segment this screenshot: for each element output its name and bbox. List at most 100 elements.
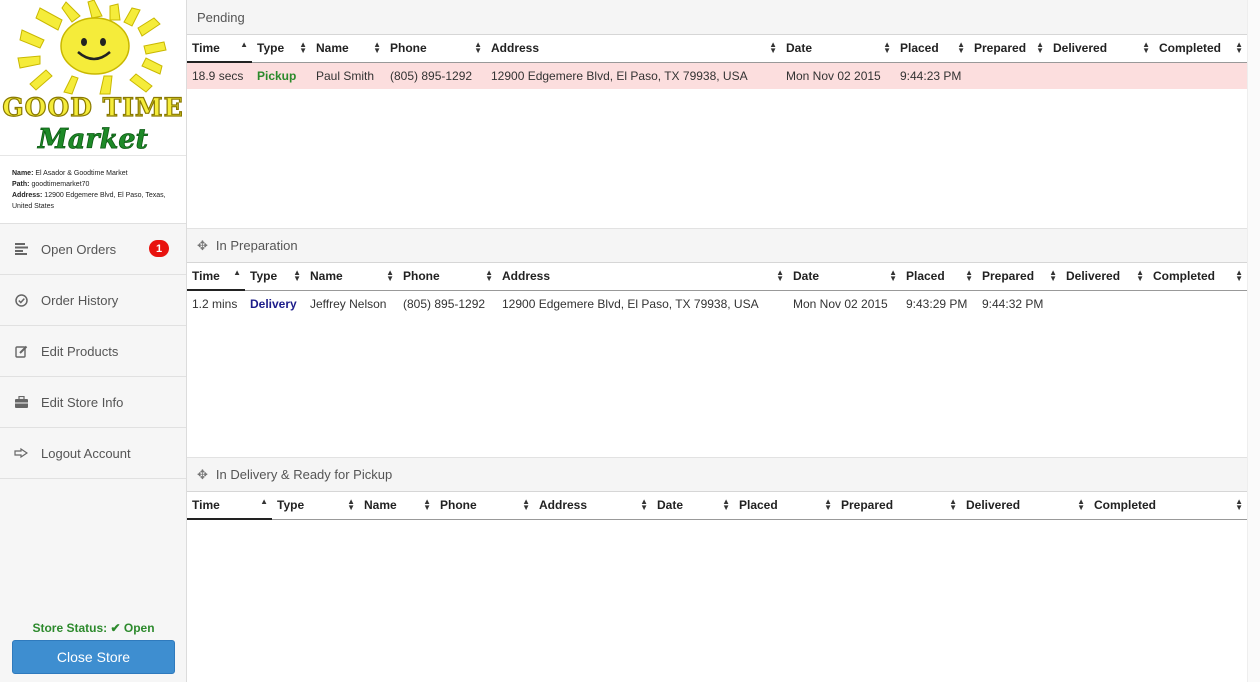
pending-panel-header: Pending [187,0,1247,35]
pending-header-row: Time ▲ Type ▲ ▼ Name ▲ ▼ Phone ▲ ▼ Address ▲ ▼ Da… [187,35,1247,63]
sort-icon: ▲ ▼ [373,40,381,55]
column-header-time[interactable]: Time ▲ [187,263,245,291]
sort-icon: ▲ ▼ [883,40,891,55]
store-status-label: Store Status: [32,621,108,635]
table-row[interactable]: 1.2 mins Delivery Jeffrey Nelson (805) 8… [187,290,1247,317]
move-icon[interactable]: ✥ [197,238,208,254]
column-header-prepared[interactable]: Prepared ▲ ▼ [836,492,961,520]
delivery-header-row: Time ▲ Type ▲ ▼ Name ▲ ▼ Phone ▲ ▼ Address ▲ ▼ Da… [187,492,1247,520]
column-header-placed[interactable]: Placed ▲ ▼ [734,492,836,520]
column-header-phone[interactable]: Phone ▲ ▼ [385,35,486,63]
column-header-name[interactable]: Name ▲ ▼ [311,35,385,63]
cell-placed: 9:44:23 PM [895,62,969,89]
column-header-name[interactable]: Name ▲ ▼ [305,263,398,291]
cell-type: Pickup [252,62,311,89]
column-header-placed[interactable]: Placed ▲ ▼ [901,263,977,291]
sort-asc-icon: ▲ [240,40,248,49]
sort-icon: ▲ ▼ [957,40,965,55]
preparation-panel: ✥ In Preparation Time ▲ Type ▲ ▼ Name ▲ ▼ Pho… [187,228,1247,317]
preparation-panel-header[interactable]: ✥ In Preparation [187,228,1247,263]
store-address-row: Address: 12900 Edgemere Blvd, El Paso, T… [12,190,174,212]
cell-phone: (805) 895-1292 [385,62,486,89]
column-header-phone[interactable]: Phone ▲ ▼ [435,492,534,520]
sort-icon: ▲ ▼ [965,268,973,283]
sort-icon: ▲ ▼ [949,497,957,512]
cell-prepared [969,62,1048,89]
sort-icon: ▲ ▼ [485,268,493,283]
nav-open-orders[interactable]: Open Orders 1 [0,224,186,275]
column-header-type[interactable]: Type ▲ ▼ [272,492,359,520]
column-header-prepared[interactable]: Prepared ▲ ▼ [977,263,1061,291]
column-header-address[interactable]: Address ▲ ▼ [534,492,652,520]
page-scrollbar[interactable] [1247,0,1260,682]
sort-icon: ▲ ▼ [776,268,784,283]
store-path-value: goodtimemarket70 [31,181,90,188]
orders-main: Pending Time ▲ Type ▲ ▼ Name ▲ ▼ Phone ▲ ▼ Addr… [187,0,1247,682]
sun-logo-image: GOOD TIME Market [2,0,183,155]
nav-edit-products[interactable]: Edit Products [0,326,186,377]
sort-icon: ▲ ▼ [386,268,394,283]
store-logo: GOOD TIME Market [0,0,186,156]
cell-completed [1148,290,1247,317]
nav-open-orders-label: Open Orders [41,241,117,257]
cell-address: 12900 Edgemere Blvd, El Paso, TX 79938, … [502,296,759,311]
column-header-prepared[interactable]: Prepared ▲ ▼ [969,35,1048,63]
column-header-delivered[interactable]: Delivered ▲ ▼ [961,492,1089,520]
cell-time: 18.9 secs [187,62,252,89]
column-header-time[interactable]: Time ▲ [187,35,252,63]
sidebar: GOOD TIME Market Name: El Asador & Goodt… [0,0,187,682]
logout-hand-icon [14,446,28,460]
nav-logout-account[interactable]: Logout Account [0,428,186,479]
check-circle-icon [14,293,28,307]
column-header-phone[interactable]: Phone ▲ ▼ [398,263,497,291]
column-header-time[interactable]: Time ▲ [187,492,272,520]
cell-prepared: 9:44:32 PM [982,296,1044,311]
column-header-date[interactable]: Date ▲ ▼ [652,492,734,520]
preparation-header-row: Time ▲ Type ▲ ▼ Name ▲ ▼ Phone ▲ ▼ Address ▲ ▼ Da… [187,263,1247,291]
column-header-completed[interactable]: Completed ▲ ▼ [1154,35,1247,63]
sort-icon: ▲ ▼ [1235,268,1243,283]
store-status-value: Open [123,621,155,635]
cell-address: 12900 Edgemere Blvd, El Paso, TX 79938, … [486,62,781,89]
sort-icon: ▲ ▼ [522,497,530,512]
delivery-panel-title: In Delivery & Ready for Pickup [215,467,393,482]
check-icon: ✔ [110,621,121,635]
cell-time: 1.2 mins [192,297,238,311]
column-header-date[interactable]: Date ▲ ▼ [788,263,901,291]
column-header-date[interactable]: Date ▲ ▼ [781,35,895,63]
store-name-label: Name: [12,170,34,177]
column-header-name[interactable]: Name ▲ ▼ [359,492,435,520]
column-header-delivered[interactable]: Delivered ▲ ▼ [1061,263,1148,291]
cell-date: Mon Nov 02 2015 [793,296,888,311]
sort-icon: ▲ ▼ [1077,497,1085,512]
nav-order-history[interactable]: Order History [0,275,186,326]
column-header-type[interactable]: Type ▲ ▼ [252,35,311,63]
sort-icon: ▲ ▼ [347,497,355,512]
sort-icon: ▲ ▼ [474,40,482,55]
preparation-orders-table: Time ▲ Type ▲ ▼ Name ▲ ▼ Phone ▲ ▼ Address ▲ ▼ Da… [187,263,1247,317]
nav-edit-store-info-label: Edit Store Info [41,394,124,410]
sort-icon: ▲ ▼ [824,497,832,512]
column-header-placed[interactable]: Placed ▲ ▼ [895,35,969,63]
sort-icon: ▲ ▼ [1142,40,1150,55]
column-header-type[interactable]: Type ▲ ▼ [245,263,305,291]
cell-name: Jeffrey Nelson [310,296,387,311]
column-header-completed[interactable]: Completed ▲ ▼ [1089,492,1247,520]
cell-delivered [1048,62,1154,89]
delivery-panel-header[interactable]: ✥ In Delivery & Ready for Pickup [187,457,1247,492]
sort-icon: ▲ ▼ [1235,497,1243,512]
column-header-completed[interactable]: Completed ▲ ▼ [1148,263,1247,291]
column-header-address[interactable]: Address ▲ ▼ [486,35,781,63]
sort-icon: ▲ ▼ [299,40,307,55]
store-status: Store Status: ✔ Open [0,621,187,635]
pending-panel-title: Pending [197,9,245,25]
column-header-delivered[interactable]: Delivered ▲ ▼ [1048,35,1154,63]
table-row[interactable]: 18.9 secs Pickup Paul Smith (805) 895-12… [187,62,1247,89]
close-store-button[interactable]: Close Store [12,640,175,674]
sort-icon: ▲ ▼ [1136,268,1144,283]
cell-phone: (805) 895-1292 [403,296,486,311]
nav-edit-store-info[interactable]: Edit Store Info [0,377,186,428]
pending-panel: Pending Time ▲ Type ▲ ▼ Name ▲ ▼ Phone ▲ ▼ Addr… [187,0,1247,89]
move-icon[interactable]: ✥ [197,467,208,483]
column-header-address[interactable]: Address ▲ ▼ [497,263,788,291]
